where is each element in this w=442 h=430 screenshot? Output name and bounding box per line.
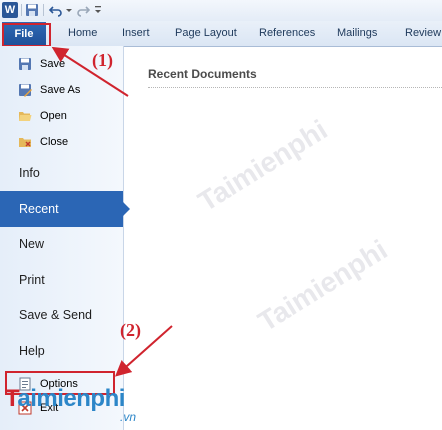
- print-item[interactable]: Print: [0, 262, 123, 298]
- save-as-command[interactable]: Save As: [0, 78, 123, 102]
- redo-icon[interactable]: [76, 3, 91, 17]
- save-as-icon: [18, 83, 32, 97]
- recent-documents-pane: Recent Documents: [124, 46, 442, 430]
- step-2-label: (2): [120, 320, 141, 340]
- info-label: Info: [19, 166, 40, 180]
- heading-divider: [148, 87, 442, 88]
- tab-review[interactable]: Review: [405, 21, 441, 46]
- save-send-label: Save & Send: [19, 308, 92, 322]
- close-folder-icon: [18, 135, 32, 149]
- save-icon[interactable]: [25, 3, 39, 17]
- info-item[interactable]: Info: [0, 155, 123, 191]
- tab-mailings[interactable]: Mailings: [337, 21, 377, 46]
- qat-separator: [43, 4, 44, 16]
- save-as-label: Save As: [40, 84, 81, 96]
- undo-dropdown-icon[interactable]: [65, 3, 73, 17]
- save-label: Save: [40, 58, 66, 70]
- open-label: Open: [40, 110, 67, 122]
- undo-icon[interactable]: [48, 3, 63, 17]
- help-item[interactable]: Help: [0, 333, 123, 369]
- recent-documents-heading: Recent Documents: [148, 67, 257, 81]
- customize-qat-icon[interactable]: [93, 3, 103, 17]
- tab-insert[interactable]: Insert: [122, 21, 150, 46]
- close-label: Close: [40, 136, 69, 148]
- tab-page-layout[interactable]: Page Layout: [175, 21, 237, 46]
- watermark-brand-text: aimienphi: [17, 385, 125, 412]
- watermark-domain: .vn: [120, 410, 137, 424]
- open-command[interactable]: Open: [0, 104, 123, 128]
- watermark-logo: Taimienphi: [5, 385, 125, 412]
- tab-references[interactable]: References: [259, 21, 315, 46]
- qat-separator: [21, 4, 22, 16]
- quick-access-toolbar: W: [0, 0, 442, 21]
- word-app-icon[interactable]: W: [2, 2, 18, 18]
- open-folder-icon: [18, 109, 32, 123]
- file-tab-highlight-box: [2, 23, 51, 47]
- step-1-label: (1): [92, 50, 113, 70]
- help-label: Help: [19, 344, 45, 358]
- save-icon: [18, 57, 32, 71]
- new-label: New: [19, 237, 45, 251]
- recent-label: Recent: [19, 202, 59, 216]
- save-send-item[interactable]: Save & Send: [0, 297, 123, 333]
- tab-home[interactable]: Home: [68, 21, 97, 46]
- recent-item[interactable]: Recent: [0, 191, 130, 227]
- ribbon-tab-bar: File Home Insert Page Layout References …: [0, 21, 442, 47]
- close-command[interactable]: Close: [0, 130, 123, 154]
- new-item[interactable]: New: [0, 226, 123, 262]
- print-label: Print: [19, 273, 45, 287]
